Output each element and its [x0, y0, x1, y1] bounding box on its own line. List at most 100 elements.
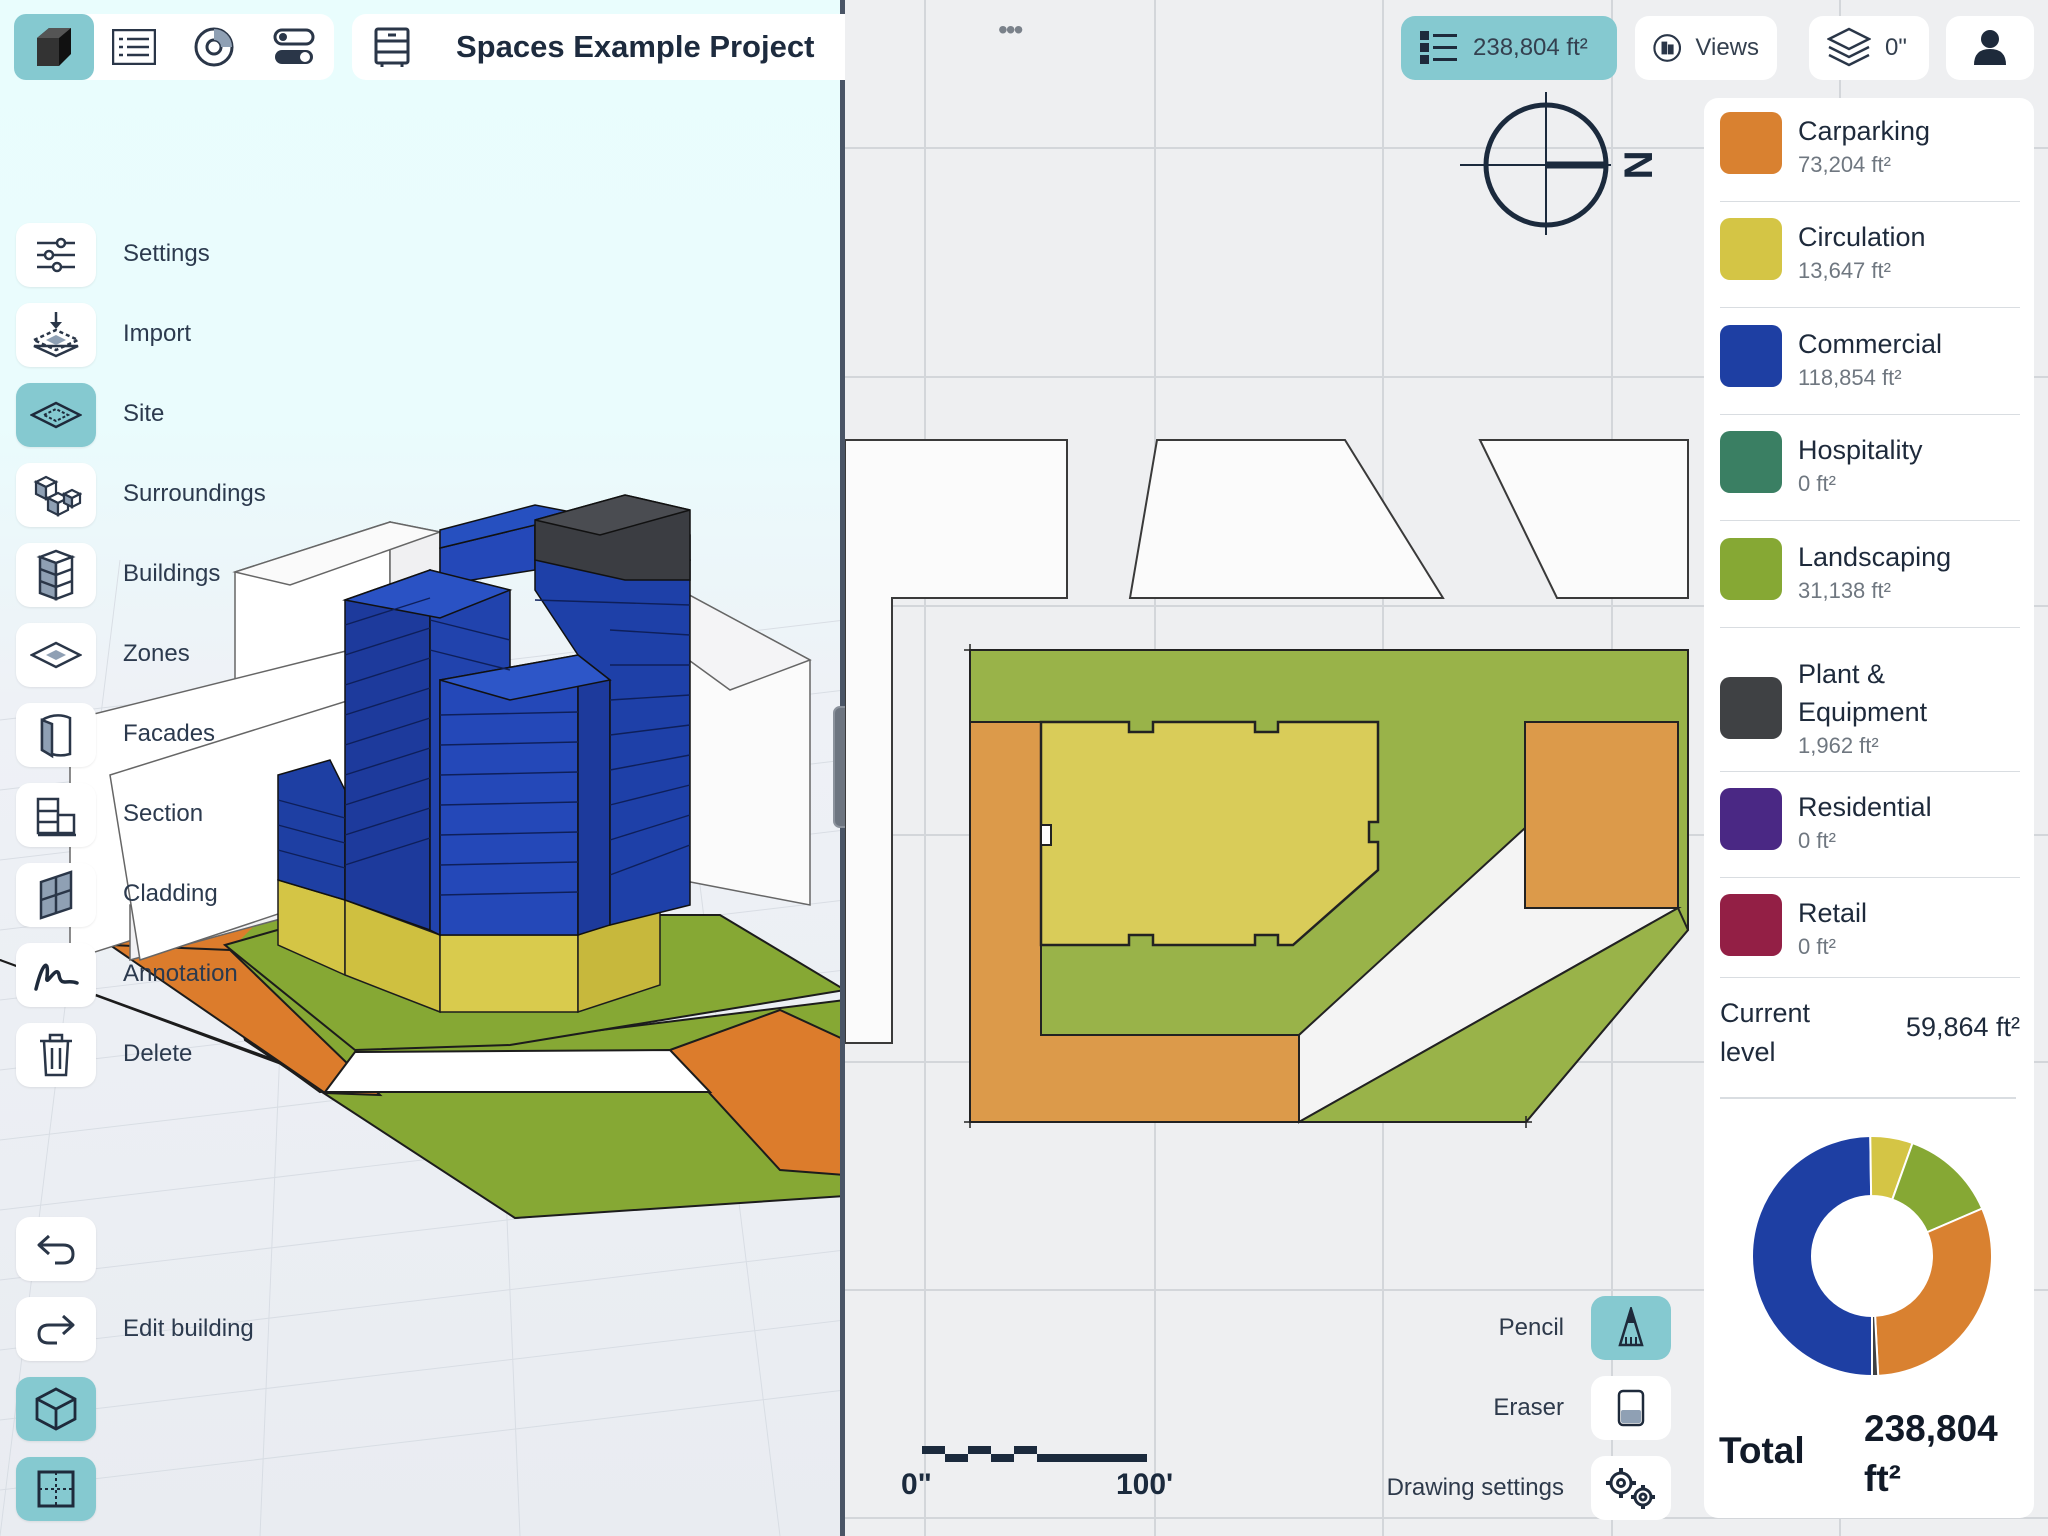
- sidebar-item-cladding[interactable]: Cladding: [123, 880, 218, 908]
- eraser-icon: [1617, 1389, 1645, 1427]
- sidebar-item-import[interactable]: Import: [123, 320, 191, 348]
- legend-swatch: [1720, 894, 1782, 956]
- area-donut-chart: [1751, 1134, 1993, 1378]
- legend-value: 31,138 ft²: [1798, 578, 1891, 603]
- sidebar-item-settings[interactable]: Settings: [123, 240, 210, 268]
- donut-slice-carparking: [1874, 1207, 1993, 1377]
- total-value: 238,804 ft²: [1864, 1408, 1998, 1499]
- user-icon: [1974, 30, 2006, 65]
- annotation-icon[interactable]: [16, 943, 96, 1007]
- drawing-settings-label: Drawing settings: [1386, 1474, 1564, 1501]
- area-summary-button[interactable]: 238,804 ft²: [1401, 16, 1617, 80]
- legend-item-landscaping[interactable]: Landscaping 31,138 ft²: [1720, 538, 2020, 628]
- project-title: Spaces Example Project: [456, 29, 815, 64]
- legend-swatch: [1720, 325, 1782, 387]
- user-button[interactable]: [1946, 16, 2034, 80]
- list-icon[interactable]: [94, 14, 174, 80]
- sidebar-item-buildings[interactable]: Buildings: [123, 560, 220, 588]
- list-summary-icon: [1420, 31, 1457, 64]
- divider-line: [1720, 1097, 2016, 1099]
- legend-value: 0 ft²: [1798, 471, 1836, 496]
- eraser-button[interactable]: [1591, 1376, 1671, 1440]
- legend-swatch: [1720, 676, 1782, 739]
- legend-name: Carparking: [1798, 116, 1931, 146]
- area-total-text: 238,804 ft²: [1473, 34, 1588, 61]
- pencil-button[interactable]: [1591, 1296, 1671, 1360]
- level-label: 0": [1885, 34, 1907, 61]
- sidebar-item-delete[interactable]: Delete: [123, 1040, 192, 1068]
- legend-value: 0 ft²: [1798, 828, 1836, 853]
- views-label: Views: [1695, 34, 1759, 61]
- legend-name: Residential: [1798, 792, 1932, 822]
- sliders-icon[interactable]: [16, 223, 96, 287]
- scale-end-label: 100': [1116, 1468, 1174, 1501]
- legend-item-plant-equipment[interactable]: Plant & Equipment 1,962 ft²: [1720, 644, 2020, 772]
- compass-north-label: N: [1615, 151, 1659, 180]
- sidebar-item-section[interactable]: Section: [123, 800, 203, 828]
- cube-icon[interactable]: [16, 1377, 96, 1441]
- legend-value: 0 ft²: [1798, 934, 1836, 959]
- sidebar-item-facades[interactable]: Facades: [123, 720, 215, 748]
- sidebar-item-zones[interactable]: Zones: [123, 640, 190, 668]
- legend-value: 73,204 ft²: [1798, 152, 1891, 177]
- views-button[interactable]: Views: [1635, 16, 1777, 80]
- gears-icon: [1606, 1468, 1655, 1509]
- legend-item-circulation[interactable]: Circulation 13,647 ft²: [1720, 218, 2020, 308]
- legend-item-retail[interactable]: Retail 0 ft²: [1720, 894, 2020, 978]
- view-3d-icon[interactable]: [14, 14, 94, 80]
- legend-item-carparking[interactable]: Carparking 73,204 ft²: [1720, 112, 2020, 202]
- legend-value: 118,854 ft²: [1798, 365, 1902, 390]
- mode-toolbar: [14, 14, 334, 80]
- buildings-icon[interactable]: [16, 543, 96, 607]
- 3d-scene[interactable]: [0, 0, 845, 1536]
- total-label: Total: [1719, 1430, 1805, 1471]
- site-icon[interactable]: [16, 383, 96, 447]
- multitask-dots[interactable]: •••: [998, 14, 1023, 46]
- zones-icon[interactable]: [16, 623, 96, 687]
- facades-icon[interactable]: [16, 703, 96, 767]
- legend-name: Hospitality: [1798, 435, 1923, 465]
- legend-name: Plant & Equipment: [1798, 658, 1928, 727]
- current-level-label: Current level: [1720, 998, 1811, 1067]
- chart-icon[interactable]: [174, 14, 254, 80]
- level-button[interactable]: 0": [1809, 16, 1929, 80]
- project-title-bar: Spaces Example Project: [352, 14, 845, 80]
- edit-building-label[interactable]: Edit building: [123, 1315, 254, 1343]
- legend-value: 13,647 ft²: [1798, 258, 1891, 283]
- sidebar-item-site[interactable]: Site: [123, 400, 164, 428]
- legend-name: Retail: [1798, 898, 1868, 928]
- views-building-icon: [1653, 34, 1682, 62]
- current-level-value: 59,864 ft²: [1905, 1012, 2020, 1042]
- legend-value: 1,962 ft²: [1798, 732, 1879, 758]
- legend-swatch: [1720, 112, 1782, 174]
- section-icon[interactable]: [16, 783, 96, 847]
- toggle-icon[interactable]: [254, 14, 334, 80]
- legend-swatch: [1720, 538, 1782, 600]
- legend-name: Circulation: [1798, 222, 1926, 252]
- legend-item-commercial[interactable]: Commercial 118,854 ft²: [1720, 325, 2020, 415]
- legend-item-hospitality[interactable]: Hospitality 0 ft²: [1720, 431, 2020, 521]
- 3d-viewport[interactable]: Spaces Example Project Settings Import S…: [0, 0, 845, 1536]
- pencil-label: Pencil: [1498, 1314, 1564, 1341]
- sidebar-item-annotation[interactable]: Annotation: [123, 960, 238, 988]
- drawing-settings-button[interactable]: [1591, 1456, 1671, 1520]
- undo-icon[interactable]: [16, 1217, 96, 1281]
- trash-icon[interactable]: [16, 1023, 96, 1087]
- legend-name: Commercial: [1798, 329, 1943, 359]
- floorplan-icon[interactable]: [16, 1457, 96, 1521]
- legend-item-residential[interactable]: Residential 0 ft²: [1720, 788, 2020, 878]
- import-icon[interactable]: [16, 303, 96, 367]
- legend-swatch: [1720, 431, 1782, 493]
- sidebar-item-surroundings[interactable]: Surroundings: [123, 480, 266, 508]
- legend-swatch: [1720, 218, 1782, 280]
- layers-icon: [1827, 27, 1871, 67]
- redo-icon[interactable]: [16, 1297, 96, 1361]
- donut-slice-commercial: [1751, 1134, 1873, 1378]
- pencil-icon: [1618, 1307, 1644, 1347]
- scale-start-label: 0": [901, 1468, 932, 1501]
- legend-swatch: [1720, 788, 1782, 850]
- cladding-icon[interactable]: [16, 863, 96, 927]
- cabinet-icon[interactable]: [352, 14, 432, 80]
- eraser-label: Eraser: [1493, 1394, 1564, 1421]
- surroundings-icon[interactable]: [16, 463, 96, 527]
